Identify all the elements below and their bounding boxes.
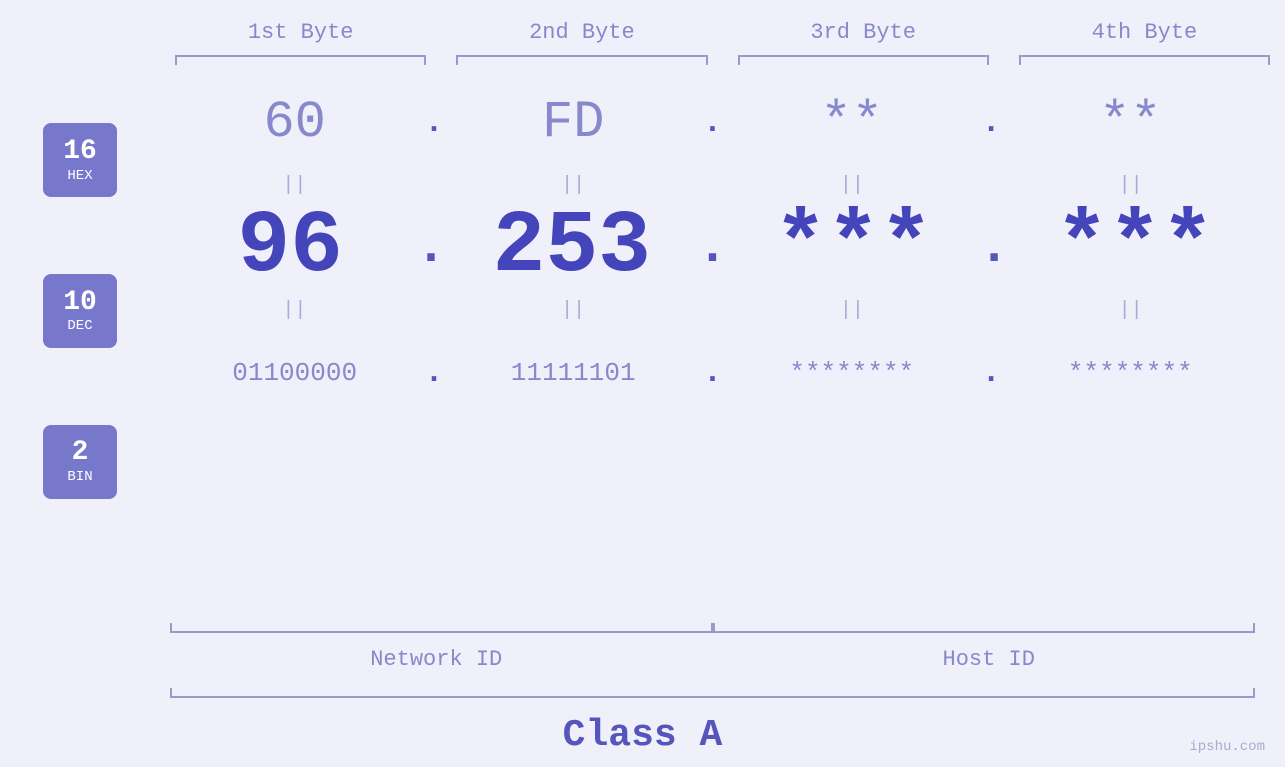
bracket-byte3	[738, 45, 989, 75]
bin-dot3: .	[976, 354, 1005, 391]
byte1-header: 1st Byte	[160, 20, 441, 45]
dec-byte3: ***	[733, 198, 973, 297]
byte-headers-row: 1st Byte 2nd Byte 3rd Byte 4th Byte	[0, 0, 1285, 45]
bracket-byte2	[456, 45, 707, 75]
dec-badge-label: DEC	[67, 318, 92, 334]
top-brackets	[0, 45, 1285, 75]
hex-badge-label: HEX	[67, 168, 92, 184]
bin-byte1: 01100000	[170, 358, 419, 388]
hex-dot3: .	[976, 104, 1005, 141]
hex-dot1: .	[419, 104, 448, 141]
hex-byte4: **	[1006, 93, 1255, 152]
eq1-b2: ||	[449, 174, 698, 197]
eq2-b4: ||	[1006, 299, 1255, 322]
network-id-label: Network ID	[160, 647, 713, 672]
host-bracket	[713, 617, 1266, 637]
bin-dot1: .	[419, 354, 448, 391]
bin-badge-number: 2	[72, 438, 89, 469]
network-bracket	[160, 617, 713, 637]
hex-data-row: 60 . FD . ** . **	[160, 75, 1265, 170]
class-label: Class A	[563, 714, 723, 757]
eq2-b3: ||	[728, 299, 977, 322]
byte3-header: 3rd Byte	[723, 20, 1004, 45]
bottom-section: Network ID Host ID	[0, 617, 1285, 702]
dec-byte1: 96	[170, 198, 410, 297]
eq1-b1: ||	[170, 174, 419, 197]
outer-bracket-row	[160, 682, 1265, 702]
bracket-byte4	[1019, 45, 1270, 75]
data-area: 60 . FD . ** . ** || ||	[160, 75, 1285, 617]
byte4-header: 4th Byte	[1004, 20, 1285, 45]
dec-data-row: 96 . 253 . *** . ***	[160, 200, 1265, 295]
eq1-b3: ||	[728, 174, 977, 197]
dec-dot3: .	[973, 218, 1014, 277]
bin-badge: 2 BIN	[43, 425, 117, 499]
equals-row-1: || || || ||	[160, 170, 1265, 200]
dec-dot1: .	[410, 218, 451, 277]
main-container: 1st Byte 2nd Byte 3rd Byte 4th Byte 16 H…	[0, 0, 1285, 767]
bin-byte2: 11111101	[449, 358, 698, 388]
hex-dot2: .	[698, 104, 727, 141]
class-row: Class A	[0, 702, 1285, 767]
eq2-b1: ||	[170, 299, 419, 322]
id-labels-row: Network ID Host ID	[160, 637, 1265, 682]
hex-byte2: FD	[449, 93, 698, 152]
byte2-header: 2nd Byte	[441, 20, 722, 45]
bin-badge-label: BIN	[67, 469, 92, 485]
bottom-bracket-row	[160, 617, 1265, 637]
dec-dot2: .	[692, 218, 733, 277]
equals-row-2: || || || ||	[160, 295, 1265, 325]
bin-byte3: ********	[727, 358, 976, 388]
eq1-b4: ||	[1006, 174, 1255, 197]
bracket-byte1	[175, 45, 426, 75]
watermark: ipshu.com	[1189, 739, 1265, 755]
dec-byte2: 253	[452, 198, 692, 297]
bin-data-row: 01100000 . 11111101 . ******** . *******…	[160, 325, 1265, 420]
dec-byte4: ***	[1015, 198, 1255, 297]
host-id-label: Host ID	[713, 647, 1266, 672]
eq2-b2: ||	[449, 299, 698, 322]
dec-badge: 10 DEC	[43, 274, 117, 348]
hex-byte3: **	[727, 93, 976, 152]
main-data-area: 16 HEX 10 DEC 2 BIN 60 . FD	[0, 75, 1285, 617]
bin-byte4: ********	[1006, 358, 1255, 388]
hex-byte1: 60	[170, 93, 419, 152]
bin-dot2: .	[698, 354, 727, 391]
dec-badge-number: 10	[63, 288, 97, 319]
badges-column: 16 HEX 10 DEC 2 BIN	[0, 75, 160, 617]
hex-badge-number: 16	[63, 137, 97, 168]
hex-badge: 16 HEX	[43, 123, 117, 197]
